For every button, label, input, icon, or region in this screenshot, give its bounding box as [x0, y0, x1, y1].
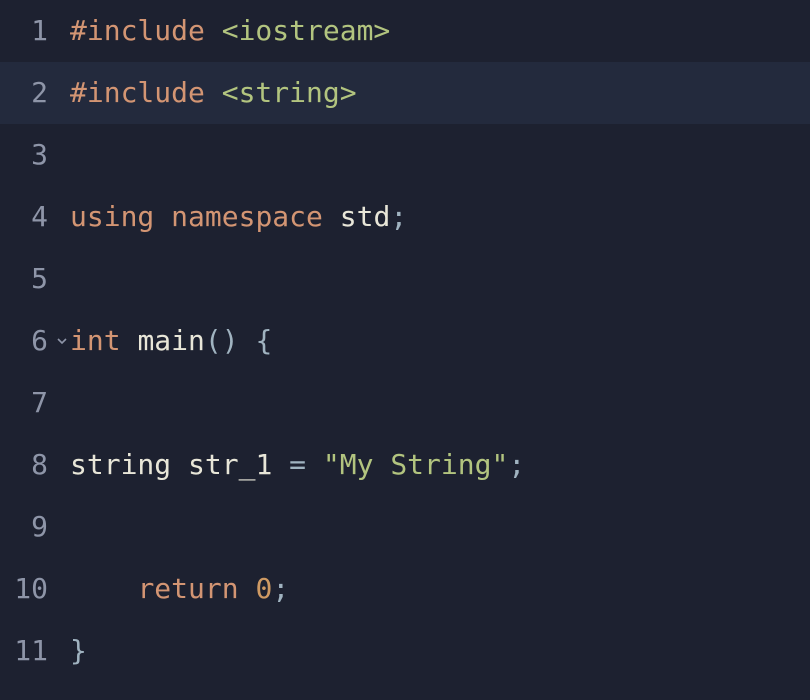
code-token: main: [137, 324, 204, 357]
line-content[interactable]: using namespace std;: [70, 186, 810, 248]
code-token: [323, 200, 340, 233]
code-token: ;: [272, 572, 289, 605]
code-token: (): [205, 324, 239, 357]
line-content[interactable]: return 0;: [70, 558, 810, 620]
code-line[interactable]: 6int main() {: [0, 310, 810, 372]
code-token: ;: [508, 448, 525, 481]
code-token: int: [70, 324, 121, 357]
line-number: 3: [0, 124, 70, 186]
code-token: [239, 572, 256, 605]
line-content[interactable]: #include <string>: [70, 62, 810, 124]
code-token: {: [255, 324, 272, 357]
code-token: #include: [70, 14, 205, 47]
code-token: #include: [70, 76, 205, 109]
code-token: =: [289, 448, 306, 481]
line-content[interactable]: #include <iostream>: [70, 0, 810, 62]
code-line[interactable]: 11}: [0, 620, 810, 682]
line-number: 10: [0, 558, 70, 620]
code-line[interactable]: 3: [0, 124, 810, 186]
code-token: <iostream>: [222, 14, 391, 47]
line-number: 1: [0, 0, 70, 62]
line-number: 2: [0, 62, 70, 124]
line-content[interactable]: }: [70, 620, 810, 682]
code-token: return: [137, 572, 238, 605]
line-number: 8: [0, 434, 70, 496]
code-line[interactable]: 8string str_1 = "My String";: [0, 434, 810, 496]
code-line[interactable]: 9: [0, 496, 810, 558]
code-token: [171, 448, 188, 481]
code-token: [121, 324, 138, 357]
line-number: 4: [0, 186, 70, 248]
code-token: }: [70, 634, 87, 667]
code-token: [272, 448, 289, 481]
code-token: string: [70, 448, 171, 481]
code-token: [239, 324, 256, 357]
code-token: str_1: [188, 448, 272, 481]
line-number: 6: [0, 310, 70, 372]
line-number: 9: [0, 496, 70, 558]
code-token: ;: [390, 200, 407, 233]
line-number: 7: [0, 372, 70, 434]
code-line[interactable]: 7: [0, 372, 810, 434]
code-editor[interactable]: 1#include <iostream>2#include <string>34…: [0, 0, 810, 700]
code-token: using: [70, 200, 154, 233]
code-token: namespace: [171, 200, 323, 233]
code-token: "My String": [323, 448, 508, 481]
line-number: 11: [0, 620, 70, 682]
line-number: 5: [0, 248, 70, 310]
line-content[interactable]: string str_1 = "My String";: [70, 434, 810, 496]
fold-collapse-icon[interactable]: [56, 335, 68, 347]
code-line[interactable]: 4using namespace std;: [0, 186, 810, 248]
code-token: std: [340, 200, 391, 233]
code-token: [205, 76, 222, 109]
code-line[interactable]: 1#include <iostream>: [0, 0, 810, 62]
code-token: <string>: [222, 76, 357, 109]
code-line[interactable]: 2#include <string>: [0, 62, 810, 124]
line-content[interactable]: int main() {: [70, 310, 810, 372]
code-token: [306, 448, 323, 481]
code-token: 0: [255, 572, 272, 605]
code-token: [205, 14, 222, 47]
code-token: [154, 200, 171, 233]
code-line[interactable]: 10 return 0;: [0, 558, 810, 620]
code-line[interactable]: 5: [0, 248, 810, 310]
code-token: [70, 572, 137, 605]
